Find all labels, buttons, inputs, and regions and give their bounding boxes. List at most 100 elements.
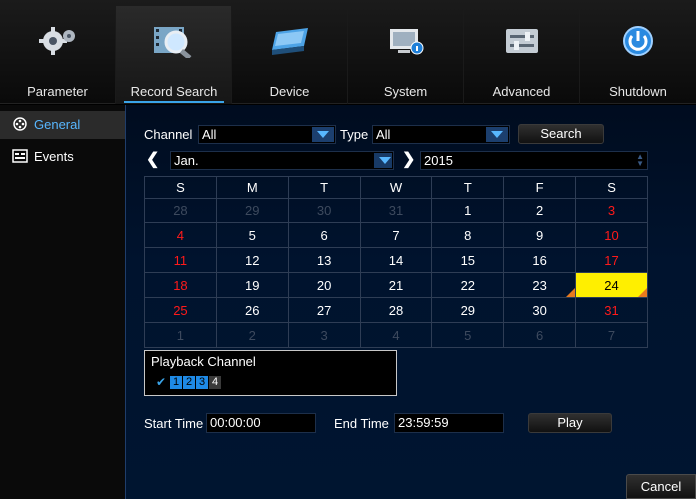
calendar-day[interactable]: 1 (431, 197, 505, 224)
spinner-arrows-icon[interactable]: ▲ ▼ (636, 153, 644, 168)
year-value: 2015 (424, 153, 453, 168)
tab-record-search[interactable]: Record Search (116, 6, 232, 104)
sidebar-item-label: Events (34, 149, 74, 164)
day-number: 31 (388, 202, 404, 218)
search-button[interactable]: Search (518, 124, 604, 144)
day-number: 16 (532, 252, 547, 268)
prev-month-icon[interactable]: ❮ (146, 149, 159, 169)
tab-label: Parameter (27, 84, 88, 99)
chevron-down-icon[interactable] (374, 153, 392, 168)
calendar-day[interactable]: 16 (503, 247, 577, 274)
hard-drive-icon (271, 28, 308, 55)
channel-checkbox-1[interactable]: 1 (170, 376, 182, 389)
calendar-day[interactable]: 3 (575, 197, 648, 224)
power-icon (623, 26, 653, 56)
weekday-header: S (575, 176, 648, 199)
calendar-day[interactable]: 27 (287, 297, 361, 324)
day-number: 21 (388, 277, 404, 293)
calendar-day[interactable]: 17 (575, 247, 648, 274)
calendar-day[interactable]: 22 (431, 272, 505, 299)
playback-channel-box: Playback Channel ✔ 1 2 3 4 (144, 350, 397, 396)
calendar-day[interactable]: 30 (503, 297, 577, 324)
month-select[interactable]: Jan. (170, 151, 394, 170)
day-number: 7 (392, 227, 400, 243)
calendar-day[interactable]: 25 (144, 297, 217, 324)
record-marker-icon (638, 288, 647, 298)
calendar-day[interactable]: 2 (503, 197, 577, 224)
calendar-day[interactable]: 5 (431, 322, 505, 348)
calendar-day[interactable]: 30 (287, 197, 361, 224)
calendar-day[interactable]: 29 (431, 297, 505, 324)
calendar-day[interactable]: 19 (215, 272, 289, 299)
calendar-day[interactable]: 13 (287, 247, 361, 274)
calendar-day[interactable]: 18 (144, 272, 217, 299)
day-number: 5 (464, 327, 472, 343)
calendar-header-row: S M T W T F S (144, 176, 648, 199)
calendar-day[interactable]: 31 (575, 297, 648, 324)
day-number: 2 (536, 202, 544, 218)
channel-checkbox-4[interactable]: 4 (209, 376, 221, 389)
channel-select[interactable]: All (198, 125, 336, 144)
cancel-button[interactable]: Cancel (626, 474, 696, 499)
calendar-day[interactable]: 23 (503, 272, 577, 299)
type-select[interactable]: All (372, 125, 510, 144)
tab-parameter[interactable]: Parameter (0, 6, 116, 104)
calendar-day[interactable]: 15 (431, 247, 505, 274)
play-button[interactable]: Play (528, 413, 612, 433)
calendar-day[interactable]: 6 (503, 322, 577, 348)
calendar-day[interactable]: 14 (359, 247, 433, 274)
day-number: 20 (316, 277, 332, 293)
calendar-day[interactable]: 11 (144, 247, 217, 274)
tab-system[interactable]: System (348, 6, 464, 104)
start-time-input[interactable]: 00:00:00 (206, 413, 316, 433)
calendar-day[interactable]: 8 (431, 222, 505, 249)
calendar-body: 28 29 30 31 1 2 3 4 5 6 7 8 9 10 11 12 13 14 15 16 17 18 19 20 2… (144, 197, 648, 348)
calendar-day[interactable]: 10 (575, 222, 648, 249)
calendar-day[interactable]: 7 (359, 222, 433, 249)
calendar-day[interactable]: 2 (215, 322, 289, 348)
day-number: 15 (460, 252, 476, 268)
calendar-day[interactable]: 6 (287, 222, 361, 249)
day-number: 17 (604, 252, 619, 268)
calendar-day[interactable]: 26 (215, 297, 289, 324)
weekday-header: M (215, 176, 289, 199)
next-month-icon[interactable]: ❯ (402, 149, 415, 169)
calendar-day[interactable]: 31 (359, 197, 433, 224)
day-number: 9 (536, 227, 544, 243)
calendar-day[interactable]: 28 (359, 297, 433, 324)
calendar-day[interactable]: 4 (359, 322, 433, 348)
calendar-week-row: 1 2 3 4 5 6 7 (144, 322, 648, 348)
day-number: 12 (245, 252, 260, 268)
channel-checkbox-3[interactable]: 3 (196, 376, 208, 389)
calendar-day[interactable]: 5 (215, 222, 289, 249)
calendar-day[interactable]: 20 (287, 272, 361, 299)
day-number: 30 (316, 202, 332, 218)
calendar-day[interactable]: 29 (215, 197, 289, 224)
day-number: 31 (604, 302, 619, 318)
check-all-icon[interactable]: ✔ (155, 376, 167, 389)
end-time-input[interactable]: 23:59:59 (394, 413, 504, 433)
sidebar-item-events[interactable]: Events (0, 143, 125, 171)
day-number: 18 (173, 277, 188, 293)
calendar-day[interactable]: 28 (144, 197, 217, 224)
calendar-day[interactable]: 7 (575, 322, 648, 348)
calendar-day[interactable]: 1 (144, 322, 217, 348)
calendar-day[interactable]: 4 (144, 222, 217, 249)
tab-shutdown[interactable]: Shutdown (580, 6, 696, 104)
calendar-day[interactable]: 21 (359, 272, 433, 299)
chevron-down-icon[interactable] (312, 127, 334, 142)
weekday-header: T (431, 176, 505, 199)
tab-advanced[interactable]: Advanced (464, 6, 580, 104)
tab-device[interactable]: Device (232, 6, 348, 104)
type-label: Type (340, 127, 369, 142)
day-number: 3 (607, 202, 616, 218)
calendar-day[interactable]: 9 (503, 222, 577, 249)
calendar-day[interactable]: 12 (215, 247, 289, 274)
calendar-day[interactable]: 3 (287, 322, 361, 348)
sidebar-item-general[interactable]: General (0, 111, 125, 139)
chevron-down-icon[interactable] (486, 127, 508, 142)
channel-checkbox-2[interactable]: 2 (183, 376, 195, 389)
sliders-icon (505, 29, 538, 53)
year-spinner[interactable]: 2015 ▲ ▼ (420, 151, 648, 170)
calendar-day-selected[interactable]: 24 (575, 272, 648, 299)
